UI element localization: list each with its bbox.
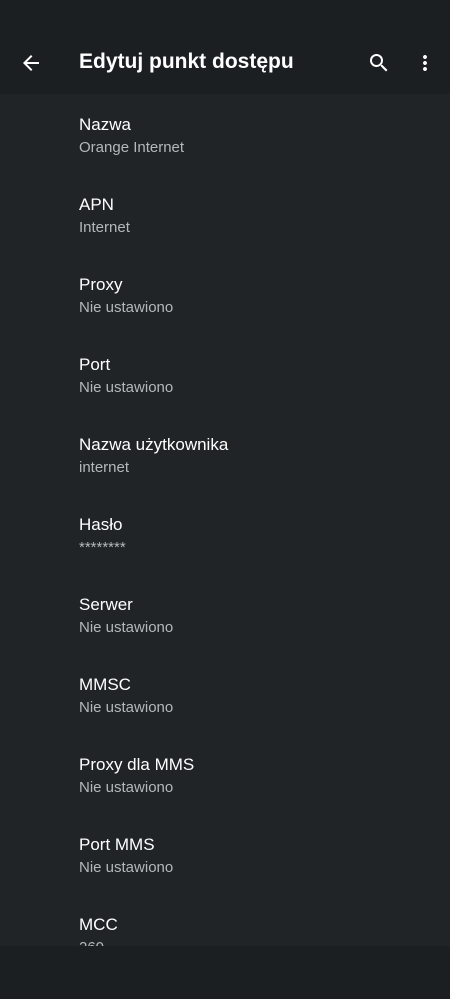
app-bar: Edytuj punkt dostępu bbox=[0, 32, 450, 94]
setting-value: Nie ustawiono bbox=[79, 859, 174, 876]
setting-value: Nie ustawiono bbox=[79, 779, 174, 796]
setting-value: Nie ustawiono bbox=[79, 619, 174, 636]
setting-value: Nie ustawiono bbox=[79, 699, 174, 716]
setting-title: Nazwa użytkownika bbox=[79, 435, 229, 454]
setting-title: Hasło bbox=[79, 515, 123, 534]
setting-value: Nie ustawiono bbox=[79, 379, 174, 396]
setting-name[interactable]: Nazwa Orange Internet bbox=[0, 94, 450, 174]
setting-title: Port MMS bbox=[79, 835, 155, 854]
more-options-button[interactable] bbox=[405, 43, 445, 83]
setting-server[interactable]: Serwer Nie ustawiono bbox=[0, 574, 450, 654]
setting-mms-port[interactable]: Port MMS Nie ustawiono bbox=[0, 814, 450, 894]
setting-value: Nie ustawiono bbox=[79, 299, 174, 316]
navigation-bar bbox=[0, 946, 450, 999]
setting-value: internet bbox=[79, 459, 130, 476]
setting-title: Proxy dla MMS bbox=[79, 755, 195, 774]
setting-value: Internet bbox=[79, 219, 130, 236]
setting-title: APN bbox=[79, 195, 114, 214]
setting-apn[interactable]: APN Internet bbox=[0, 174, 450, 254]
setting-username[interactable]: Nazwa użytkownika internet bbox=[0, 414, 450, 494]
setting-port[interactable]: Port Nie ustawiono bbox=[0, 334, 450, 414]
setting-title: MMSC bbox=[79, 675, 131, 694]
setting-password[interactable]: Hasło ******** bbox=[0, 494, 450, 574]
search-icon bbox=[370, 54, 388, 72]
setting-title: Nazwa bbox=[79, 115, 131, 134]
setting-proxy[interactable]: Proxy Nie ustawiono bbox=[0, 254, 450, 334]
more-vert-icon bbox=[423, 55, 427, 71]
arrow-back-icon bbox=[23, 55, 39, 71]
setting-title: Serwer bbox=[79, 595, 133, 614]
page-title: Edytuj punkt dostępu bbox=[79, 50, 294, 73]
back-button[interactable] bbox=[11, 43, 51, 83]
setting-mms-proxy[interactable]: Proxy dla MMS Nie ustawiono bbox=[0, 734, 450, 814]
setting-title: MCC bbox=[79, 915, 118, 934]
setting-value: ******** bbox=[79, 539, 126, 556]
apn-settings-list: Nazwa Orange Internet APN Internet Proxy… bbox=[0, 94, 450, 974]
setting-title: Port bbox=[79, 355, 111, 374]
search-button[interactable] bbox=[359, 43, 399, 83]
setting-title: Proxy bbox=[79, 275, 123, 294]
status-bar bbox=[0, 0, 450, 32]
setting-value: Orange Internet bbox=[79, 139, 185, 156]
setting-mmsc[interactable]: MMSC Nie ustawiono bbox=[0, 654, 450, 734]
